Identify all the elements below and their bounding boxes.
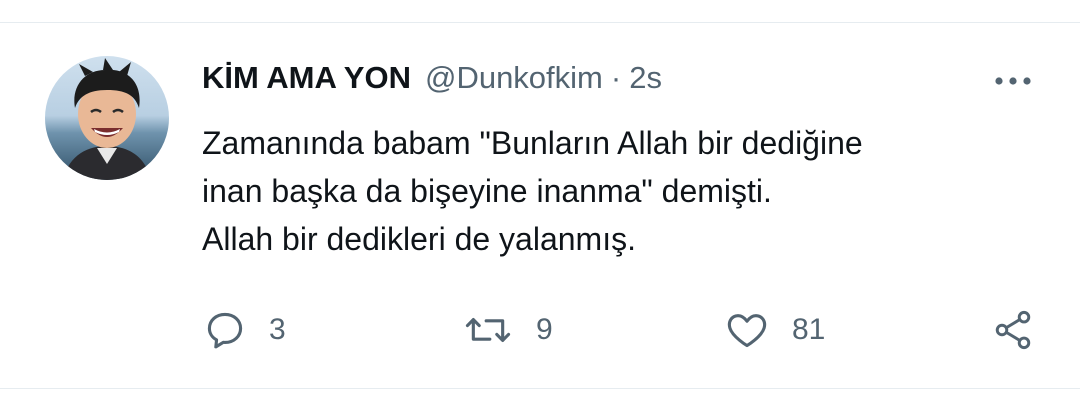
retweet-icon (465, 317, 511, 343)
tweet-header: KİM AMA YON @Dunkofkim · 2s (202, 60, 662, 102)
reply-icon (207, 312, 243, 349)
user-handle[interactable]: @Dunkofkim (425, 60, 603, 96)
tweet-text-line: Allah bir dedikleri de yalanmış. (202, 221, 636, 257)
user-avatar[interactable] (45, 56, 169, 180)
tweet-text-line: Zamanında babam "Bunların Allah bir dedi… (202, 125, 863, 161)
more-options-icon[interactable] (992, 68, 1034, 94)
share-icon (995, 310, 1031, 350)
retweet-button[interactable]: 9 (462, 308, 553, 352)
reply-count: 3 (269, 313, 286, 346)
reply-button[interactable]: 3 (203, 308, 286, 352)
bottom-divider (0, 388, 1080, 389)
share-button[interactable] (990, 308, 1036, 352)
header-separator: · (610, 60, 622, 95)
tweet-actions: 3 9 81 (0, 300, 1080, 360)
like-button[interactable]: 81 (724, 308, 825, 352)
tweet-text: Zamanında babam "Bunların Allah bir dedi… (202, 119, 1042, 263)
retweet-count: 9 (536, 313, 553, 346)
like-count: 81 (792, 313, 826, 346)
display-name[interactable]: KİM AMA YON (202, 60, 411, 96)
tweet-text-line: inan başka da bişeyine inanma" demişti. (202, 173, 772, 209)
heart-icon (727, 314, 767, 348)
top-divider (0, 22, 1080, 23)
tweet-timestamp[interactable]: 2s (629, 60, 662, 96)
